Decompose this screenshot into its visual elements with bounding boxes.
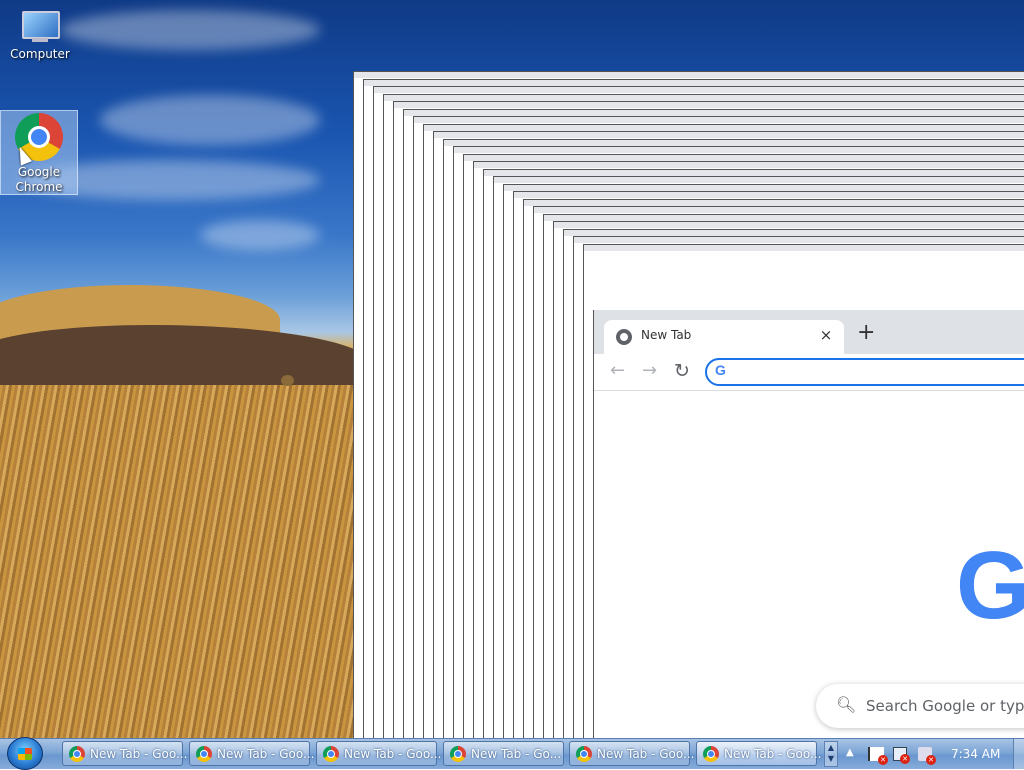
forward-arrow-icon[interactable]: → <box>642 360 657 381</box>
desktop-icon-computer[interactable]: Computer <box>2 8 78 62</box>
tab-new-tab[interactable]: New Tab × <box>604 320 844 354</box>
computer-icon <box>20 11 60 43</box>
taskbar-button-chrome[interactable]: New Tab - Go... <box>443 741 564 766</box>
chrome-icon <box>703 746 719 762</box>
taskbar-button-chrome-active[interactable]: New Tab - Goo... <box>696 741 821 766</box>
taskbar: New Tab - Goo... New Tab - Goo... New Ta… <box>0 737 1024 770</box>
tab-title: New Tab <box>641 328 692 342</box>
taskbar-button-chrome[interactable]: New Tab - Goo... <box>569 741 694 766</box>
back-arrow-icon[interactable]: ← <box>610 360 625 381</box>
search-placeholder: Search Google or type <box>866 697 1024 715</box>
desktop-icon-label: Computer <box>10 47 70 61</box>
start-button[interactable] <box>7 737 43 770</box>
tab-strip: New Tab × + <box>594 310 1024 354</box>
clock[interactable]: 7:34 AM <box>951 747 1000 761</box>
chrome-window[interactable]: New Tab × + ← → ↻ G G 🔍︎ Search Google o… <box>593 310 1024 738</box>
search-icon: 🔍︎ <box>836 695 857 714</box>
volume-muted-icon[interactable] <box>918 747 936 765</box>
close-icon[interactable]: × <box>816 326 836 344</box>
desktop-icon-label: Google Chrome <box>15 165 63 194</box>
chrome-icon <box>576 746 592 762</box>
chrome-icon <box>450 746 466 762</box>
taskbar-button-chrome[interactable]: New Tab - Goo... <box>62 741 187 766</box>
taskbar-button-chrome[interactable]: New Tab - Goo... <box>316 741 441 766</box>
chrome-icon <box>323 746 339 762</box>
hay-bale <box>281 375 294 386</box>
chrome-icon <box>196 746 212 762</box>
action-center-flag-icon[interactable] <box>868 747 888 765</box>
chrome-icon <box>69 746 85 762</box>
browser-toolbar: ← → ↻ G <box>594 354 1024 391</box>
windows-logo-icon <box>18 748 32 760</box>
taskbar-scroll-arrows[interactable]: ▲ ▼ <box>824 741 838 767</box>
taskbar-button-chrome[interactable]: New Tab - Goo... <box>189 741 314 766</box>
google-logo: G <box>956 532 1024 639</box>
google-g-icon: G <box>715 362 726 378</box>
reload-icon[interactable]: ↻ <box>674 360 690 382</box>
search-box[interactable]: 🔍︎ Search Google or type <box>816 684 1024 728</box>
chrome-favicon-icon <box>616 329 632 345</box>
network-icon[interactable] <box>893 747 910 764</box>
desktop-icon-google-chrome[interactable]: Google Chrome <box>0 110 78 195</box>
show-hidden-icons-icon[interactable]: ▲ <box>846 747 854 758</box>
system-tray: ▲ 7:34 AM <box>840 739 1024 769</box>
show-desktop-button[interactable] <box>1013 739 1024 769</box>
address-bar[interactable]: G <box>705 358 1024 386</box>
new-tab-button[interactable]: + <box>857 322 875 344</box>
